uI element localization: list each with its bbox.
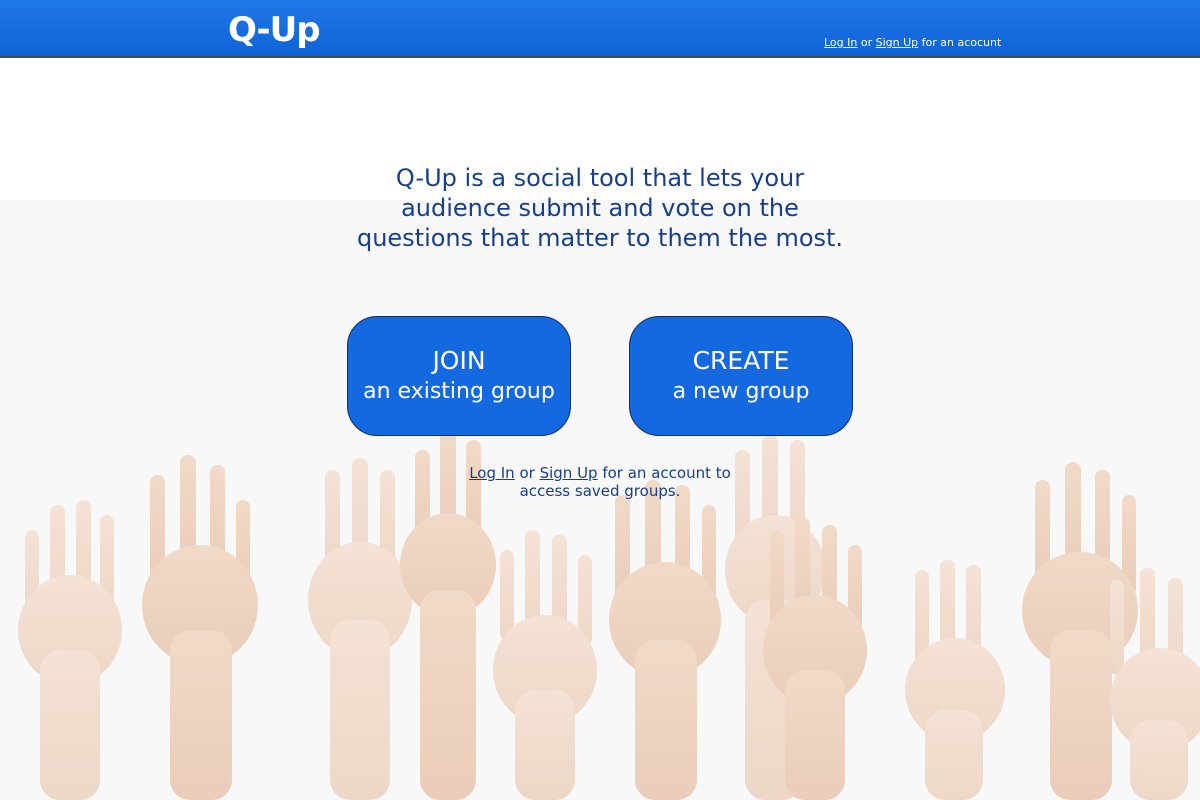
header-signup-link[interactable]: Sign Up: [876, 36, 919, 49]
auth-note-line-2: access saved groups.: [519, 482, 681, 500]
create-group-button[interactable]: CREATE a new group: [629, 316, 853, 436]
tagline: Q-Up is a social tool that lets your aud…: [330, 163, 870, 253]
auth-note-suffix: for an account to: [597, 464, 731, 482]
header-login-link[interactable]: Log In: [824, 36, 857, 49]
top-header-bar: Q-Up Log In or Sign Up for an acocunt: [0, 0, 1200, 58]
raised-hands-illustration: [0, 200, 1200, 800]
join-button-title: JOIN: [432, 346, 486, 375]
create-button-subtitle: a new group: [672, 379, 810, 404]
auth-note-signup-link[interactable]: Sign Up: [540, 464, 598, 482]
header-auth-suffix: for an acocunt: [918, 36, 1002, 49]
join-button-subtitle: an existing group: [363, 379, 555, 404]
auth-note: Log In or Sign Up for an account to acce…: [440, 464, 760, 500]
header-auth-links: Log In or Sign Up for an acocunt: [824, 36, 1001, 49]
tagline-line: audience submit and vote on the: [401, 194, 799, 222]
auth-note-login-link[interactable]: Log In: [469, 464, 515, 482]
create-button-title: CREATE: [692, 346, 790, 375]
auth-note-or-text: or: [514, 464, 540, 482]
tagline-line: Q-Up is a social tool that lets your: [395, 164, 805, 192]
join-group-button[interactable]: JOIN an existing group: [347, 316, 571, 436]
page: Q-Up Log In or Sign Up for an acocunt Q-…: [0, 0, 1200, 800]
raised-hands-background-image: [0, 200, 1200, 800]
tagline-line: questions that matter to them the most.: [356, 224, 844, 252]
q-up-logo[interactable]: Q-Up: [228, 8, 321, 52]
auth-note-line-1: Log In or Sign Up for an account to: [440, 464, 760, 482]
header-or-text: or: [857, 36, 876, 49]
